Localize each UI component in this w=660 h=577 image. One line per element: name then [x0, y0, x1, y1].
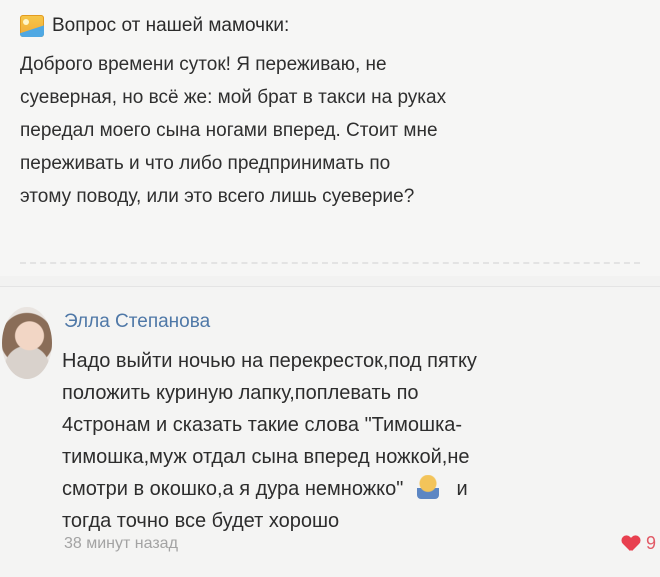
post-header: Вопрос от нашей мамочки: [20, 14, 289, 38]
comment-body: Надо выйти ночью на перекресток,под пятк… [62, 345, 652, 537]
comment-line: тимошка,муж отдал сына вперед ножкой,не [62, 446, 470, 468]
post-line: Доброго времени суток! Я переживаю, не [20, 54, 387, 75]
post-header-text: Вопрос от нашей мамочки: [52, 15, 290, 36]
comment-line-text: смотри в окошко,а я дура немножко" [62, 478, 404, 500]
post-line: переживать и что либо предпринимать по [20, 153, 391, 174]
post-line: передал моего сына ногами вперед. Стоит … [20, 120, 438, 141]
comment: Элла Степанова Надо выйти ночью на перек… [0, 286, 660, 577]
heart-icon [622, 536, 640, 552]
comment-line: Надо выйти ночью на перекресток,под пятк… [62, 350, 477, 372]
comment-meta: 38 минут назад 9 [64, 533, 660, 561]
like-count: 9 [645, 533, 656, 553]
comment-after-emoji: и [456, 478, 468, 500]
divider [20, 262, 640, 264]
person-emoji-icon [416, 475, 439, 499]
post-line: этому поводу, или это всего лишь суевери… [20, 186, 415, 207]
comment-line: 4стронам и сказать такие слова "Тимошка- [62, 414, 463, 436]
comment-author[interactable]: Элла Степанова [64, 311, 210, 333]
comment-line: положить куриную лапку,поплевать по [62, 382, 419, 404]
avatar[interactable] [2, 307, 52, 379]
image-icon [20, 15, 44, 37]
post-line: суеверная, но всё же: мой брат в такси н… [20, 87, 447, 108]
post-body: Доброго времени суток! Я переживаю, не с… [20, 48, 640, 213]
comment-line: смотри в окошко,а я дура немножко" и [62, 473, 652, 505]
like-button[interactable]: 9 [622, 533, 656, 554]
comment-time: 38 минут назад [64, 535, 178, 552]
question-post: Вопрос от нашей мамочки: Доброго времени… [0, 0, 660, 276]
